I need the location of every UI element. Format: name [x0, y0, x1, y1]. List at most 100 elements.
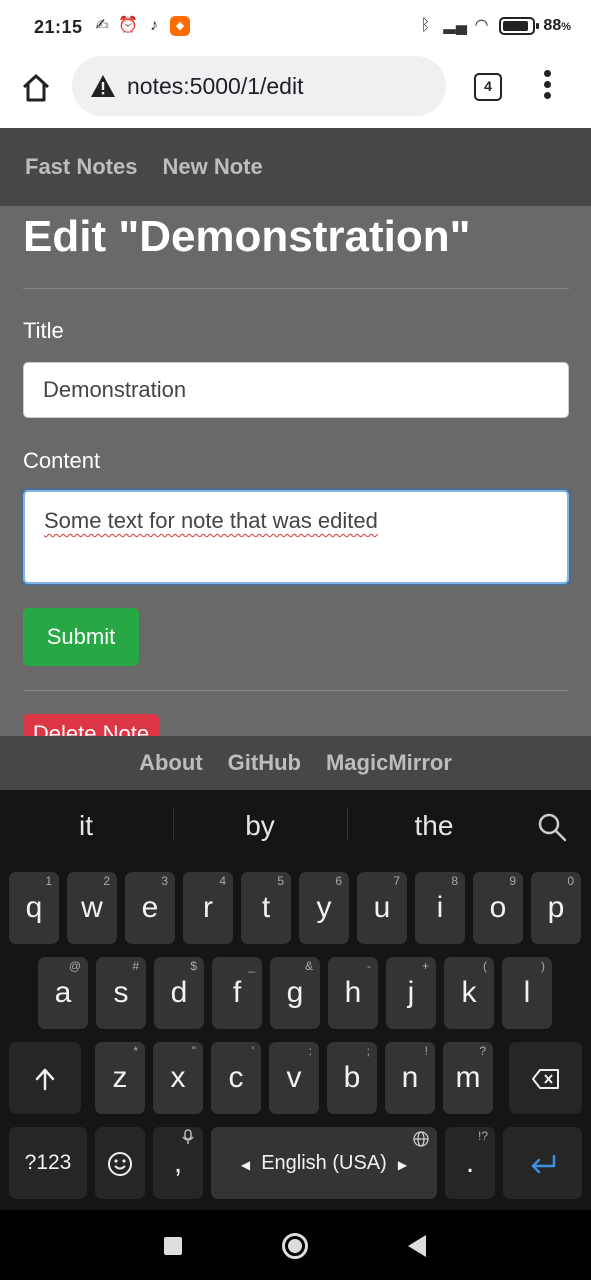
suggestion-item[interactable]: by — [180, 810, 340, 842]
page-title: Edit "Demonstration" — [23, 212, 471, 261]
key-k[interactable]: k( — [444, 957, 494, 1029]
key-hint: !? — [477, 1129, 488, 1143]
battery-percent: 88% — [543, 17, 571, 35]
emoji-icon — [107, 1146, 133, 1179]
key-j[interactable]: j + — [386, 957, 436, 1029]
enter-icon — [529, 1146, 557, 1179]
key-hint: * — [133, 1044, 138, 1058]
footer-link-about[interactable]: About — [139, 750, 203, 776]
key-hint: : — [308, 1044, 312, 1058]
home-circle-icon[interactable] — [282, 1233, 308, 1259]
title-input[interactable]: Demonstration — [23, 362, 569, 418]
key-x[interactable]: x " — [153, 1042, 203, 1114]
bluetooth-icon: ᛒ — [420, 17, 431, 34]
site-navbar: Fast Notes New Note — [0, 128, 591, 206]
key-l[interactable]: l) — [502, 957, 552, 1029]
suggestion-item[interactable]: the — [354, 810, 514, 842]
key-u[interactable]: u7 — [357, 872, 407, 944]
left-arrow-icon: ◀ — [240, 1158, 251, 1172]
shift-key[interactable] — [9, 1042, 81, 1114]
submit-button[interactable]: Submit — [23, 608, 139, 666]
key-o[interactable]: o9 — [473, 872, 523, 944]
key-hint: 2 — [103, 874, 110, 888]
status-time: 21:15 — [34, 17, 83, 37]
backspace-key[interactable] — [509, 1042, 582, 1114]
space-label: English (USA) — [261, 1152, 387, 1174]
warning-icon[interactable] — [90, 74, 116, 98]
key-e[interactable]: e3 — [125, 872, 175, 944]
key-t[interactable]: t5 — [241, 872, 291, 944]
key-m[interactable]: m? — [443, 1042, 493, 1114]
key-b[interactable]: b; — [327, 1042, 377, 1114]
key-label: . — [465, 1146, 475, 1179]
edit-note-form: Edit "Demonstration" Title Demonstration… — [0, 206, 591, 736]
divider — [173, 808, 174, 840]
key-label: a — [54, 976, 72, 1009]
key-a[interactable]: a @ — [38, 957, 88, 1029]
key-hint: - — [367, 959, 371, 973]
key-hint: _ — [248, 959, 255, 973]
music-note-icon: ♪ — [150, 17, 158, 34]
period-key[interactable]: .!? — [445, 1127, 495, 1199]
delete-note-button[interactable]: Delete Note — [23, 714, 159, 736]
comma-key[interactable]: , — [153, 1127, 203, 1199]
key-n[interactable]: n! — [385, 1042, 435, 1114]
footer-link-github[interactable]: GitHub — [228, 750, 301, 776]
key-label: w — [81, 891, 103, 924]
key-c[interactable]: c ' — [211, 1042, 261, 1114]
key-v[interactable]: v: — [269, 1042, 319, 1114]
key-s[interactable]: s # — [96, 957, 146, 1029]
emoji-key[interactable] — [95, 1127, 145, 1199]
key-hint: ' — [251, 1044, 254, 1058]
navbar-brand-link[interactable]: Fast Notes — [25, 154, 137, 180]
key-g[interactable]: g & — [270, 957, 320, 1029]
key-hint: 4 — [219, 874, 226, 888]
enter-key[interactable] — [503, 1127, 582, 1199]
search-icon[interactable] — [537, 812, 567, 842]
status-bar: 21:15 ✍ ⏰ ♪ ◆ ᛒ ▂▄ ◠ 88% — [0, 0, 591, 56]
alarm-off-icon: ✍ — [95, 17, 109, 34]
key-d[interactable]: d $ — [154, 957, 204, 1029]
tab-switcher-button[interactable]: 4 — [474, 73, 502, 101]
space-key[interactable]: ◀ English (USA) ▶ — [211, 1127, 437, 1199]
key-label: v — [286, 1061, 302, 1094]
key-w[interactable]: w2 — [67, 872, 117, 944]
alarm-clock-icon: ⏰ — [118, 17, 138, 34]
home-icon[interactable] — [20, 72, 52, 104]
key-h[interactable]: h- — [328, 957, 378, 1029]
key-q[interactable]: q1 — [9, 872, 59, 944]
key-hint: ) — [541, 959, 545, 973]
divider — [23, 690, 569, 691]
key-label: f — [232, 976, 242, 1009]
recents-icon[interactable] — [164, 1237, 182, 1255]
suggestion-item[interactable]: it — [6, 810, 166, 842]
key-hint: 1 — [45, 874, 52, 888]
address-bar[interactable]: notes:5000/1/edit — [72, 56, 446, 116]
key-hint: ! — [424, 1044, 428, 1058]
right-arrow-icon: ▶ — [397, 1158, 408, 1172]
key-z[interactable]: z * — [95, 1042, 145, 1114]
key-hint: ; — [366, 1044, 370, 1058]
site-footer: About GitHub MagicMirror — [0, 736, 591, 790]
key-hint: # — [132, 959, 139, 973]
key-label: c — [228, 1061, 244, 1094]
system-nav-bar — [0, 1210, 591, 1280]
content-textarea[interactable]: Some text for note that was edited — [23, 490, 569, 584]
key-hint: 8 — [451, 874, 458, 888]
key-i[interactable]: i8 — [415, 872, 465, 944]
key-label: d — [170, 976, 188, 1009]
key-y[interactable]: y6 — [299, 872, 349, 944]
key-label: q — [25, 891, 43, 924]
key-hint: & — [304, 959, 313, 973]
key-p[interactable]: p0 — [531, 872, 581, 944]
key-f[interactable]: f _ — [212, 957, 262, 1029]
browser-menu-icon[interactable] — [540, 70, 554, 104]
back-icon[interactable] — [408, 1235, 426, 1257]
footer-link-magicmirror[interactable]: MagicMirror — [326, 750, 452, 776]
key-label: h — [344, 976, 362, 1009]
key-r[interactable]: r4 — [183, 872, 233, 944]
new-note-link[interactable]: New Note — [162, 154, 262, 180]
symbols-key[interactable]: ?123 — [9, 1127, 87, 1199]
key-hint: 5 — [277, 874, 284, 888]
divider — [347, 808, 348, 840]
